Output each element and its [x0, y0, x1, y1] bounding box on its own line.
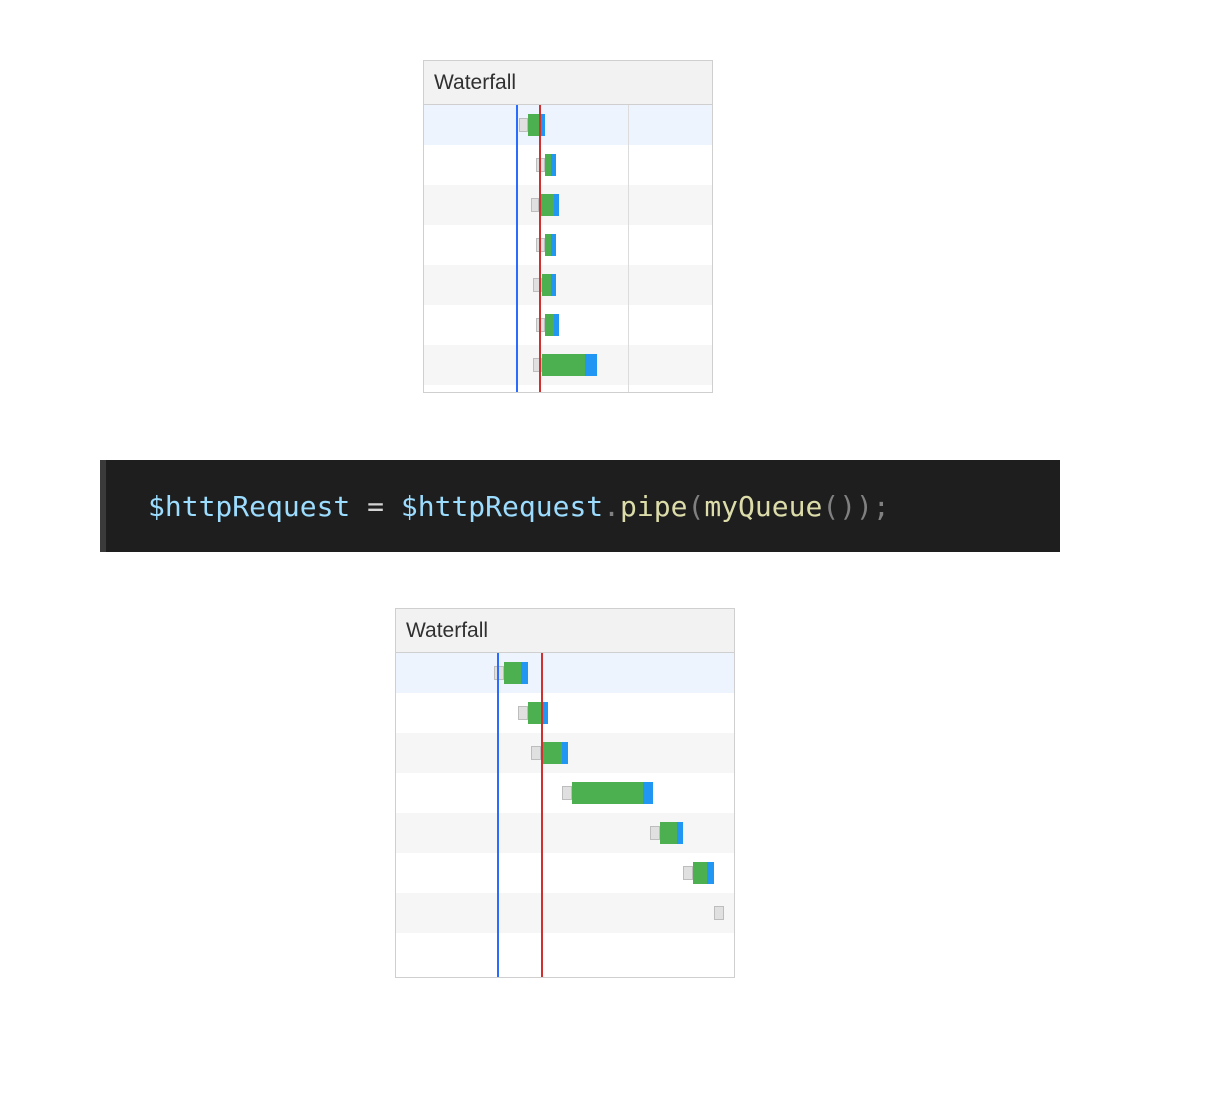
waterfall-row[interactable]	[424, 305, 712, 345]
timing-segment-queue	[714, 906, 724, 920]
timing-bar[interactable]	[562, 782, 653, 804]
waterfall-row[interactable]	[396, 773, 734, 813]
timing-segment-green	[545, 314, 554, 336]
timing-segment-green	[572, 782, 643, 804]
gridline	[628, 105, 629, 392]
timing-segment-green	[528, 702, 542, 724]
code-token: pipe	[620, 490, 687, 523]
waterfall-row[interactable]	[424, 105, 712, 145]
timing-bar[interactable]	[650, 822, 684, 844]
waterfall-row[interactable]	[396, 693, 734, 733]
timing-segment-blue	[677, 822, 684, 844]
code-token: myQueue	[704, 490, 822, 523]
timing-segment-queue	[518, 706, 528, 720]
timing-segment-blue	[554, 194, 560, 216]
waterfall-row[interactable]	[424, 225, 712, 265]
code-token: (	[687, 490, 704, 523]
code-block: $httpRequest = $httpRequest.pipe(myQueue…	[100, 460, 1060, 552]
timing-segment-blue	[585, 354, 597, 376]
waterfall-row[interactable]	[396, 813, 734, 853]
timing-segment-blue	[562, 742, 569, 764]
timing-bar[interactable]	[533, 354, 596, 376]
code-token: =	[350, 490, 401, 523]
waterfall-row[interactable]	[424, 145, 712, 185]
timing-segment-queue	[519, 118, 528, 132]
timing-segment-blue	[554, 314, 560, 336]
marker-line-blue	[516, 105, 518, 392]
timing-bar[interactable]	[518, 702, 548, 724]
code-token: .	[603, 490, 620, 523]
timing-segment-queue	[562, 786, 572, 800]
waterfall-body-bottom[interactable]	[396, 653, 734, 977]
timing-bar[interactable]	[533, 274, 556, 296]
waterfall-header[interactable]: Waterfall	[424, 61, 712, 105]
timing-segment-green	[541, 742, 561, 764]
waterfall-title: Waterfall	[406, 619, 488, 643]
waterfall-title: Waterfall	[434, 71, 516, 95]
waterfall-row[interactable]	[396, 853, 734, 893]
timing-segment-queue	[531, 198, 540, 212]
waterfall-row[interactable]	[424, 185, 712, 225]
timing-segment-green	[539, 194, 553, 216]
timing-segment-green	[504, 662, 521, 684]
waterfall-row[interactable]	[396, 653, 734, 693]
waterfall-row[interactable]	[396, 893, 734, 933]
timing-segment-blue	[551, 234, 557, 256]
code-line: $httpRequest = $httpRequest.pipe(myQueue…	[148, 490, 890, 523]
waterfall-row[interactable]	[424, 345, 712, 385]
timing-segment-blue	[551, 274, 557, 296]
waterfall-panel-top: Waterfall	[423, 60, 713, 393]
waterfall-body-top[interactable]	[424, 105, 712, 392]
waterfall-panel-bottom: Waterfall	[395, 608, 735, 978]
timing-segment-blue	[643, 782, 653, 804]
timing-segment-queue	[650, 826, 660, 840]
timing-segment-green	[542, 354, 585, 376]
timing-bar[interactable]	[683, 862, 713, 884]
timing-segment-green	[542, 274, 551, 296]
timing-segment-blue	[551, 154, 557, 176]
waterfall-row[interactable]	[396, 733, 734, 773]
waterfall-header[interactable]: Waterfall	[396, 609, 734, 653]
code-token: $httpRequest	[401, 490, 603, 523]
timing-segment-blue	[707, 862, 714, 884]
timing-bar[interactable]	[714, 902, 724, 924]
timing-segment-green	[660, 822, 677, 844]
code-token: ());	[822, 490, 889, 523]
code-token: $httpRequest	[148, 490, 350, 523]
timing-segment-blue	[521, 662, 528, 684]
marker-line-red	[541, 653, 543, 977]
timing-bar[interactable]	[531, 194, 560, 216]
timing-bar[interactable]	[531, 742, 568, 764]
waterfall-row[interactable]	[424, 265, 712, 305]
timing-segment-green	[528, 114, 540, 136]
timing-segment-queue	[683, 866, 693, 880]
timing-segment-green	[693, 862, 707, 884]
timing-segment-queue	[531, 746, 541, 760]
marker-line-blue	[497, 653, 499, 977]
marker-line-red	[539, 105, 541, 392]
